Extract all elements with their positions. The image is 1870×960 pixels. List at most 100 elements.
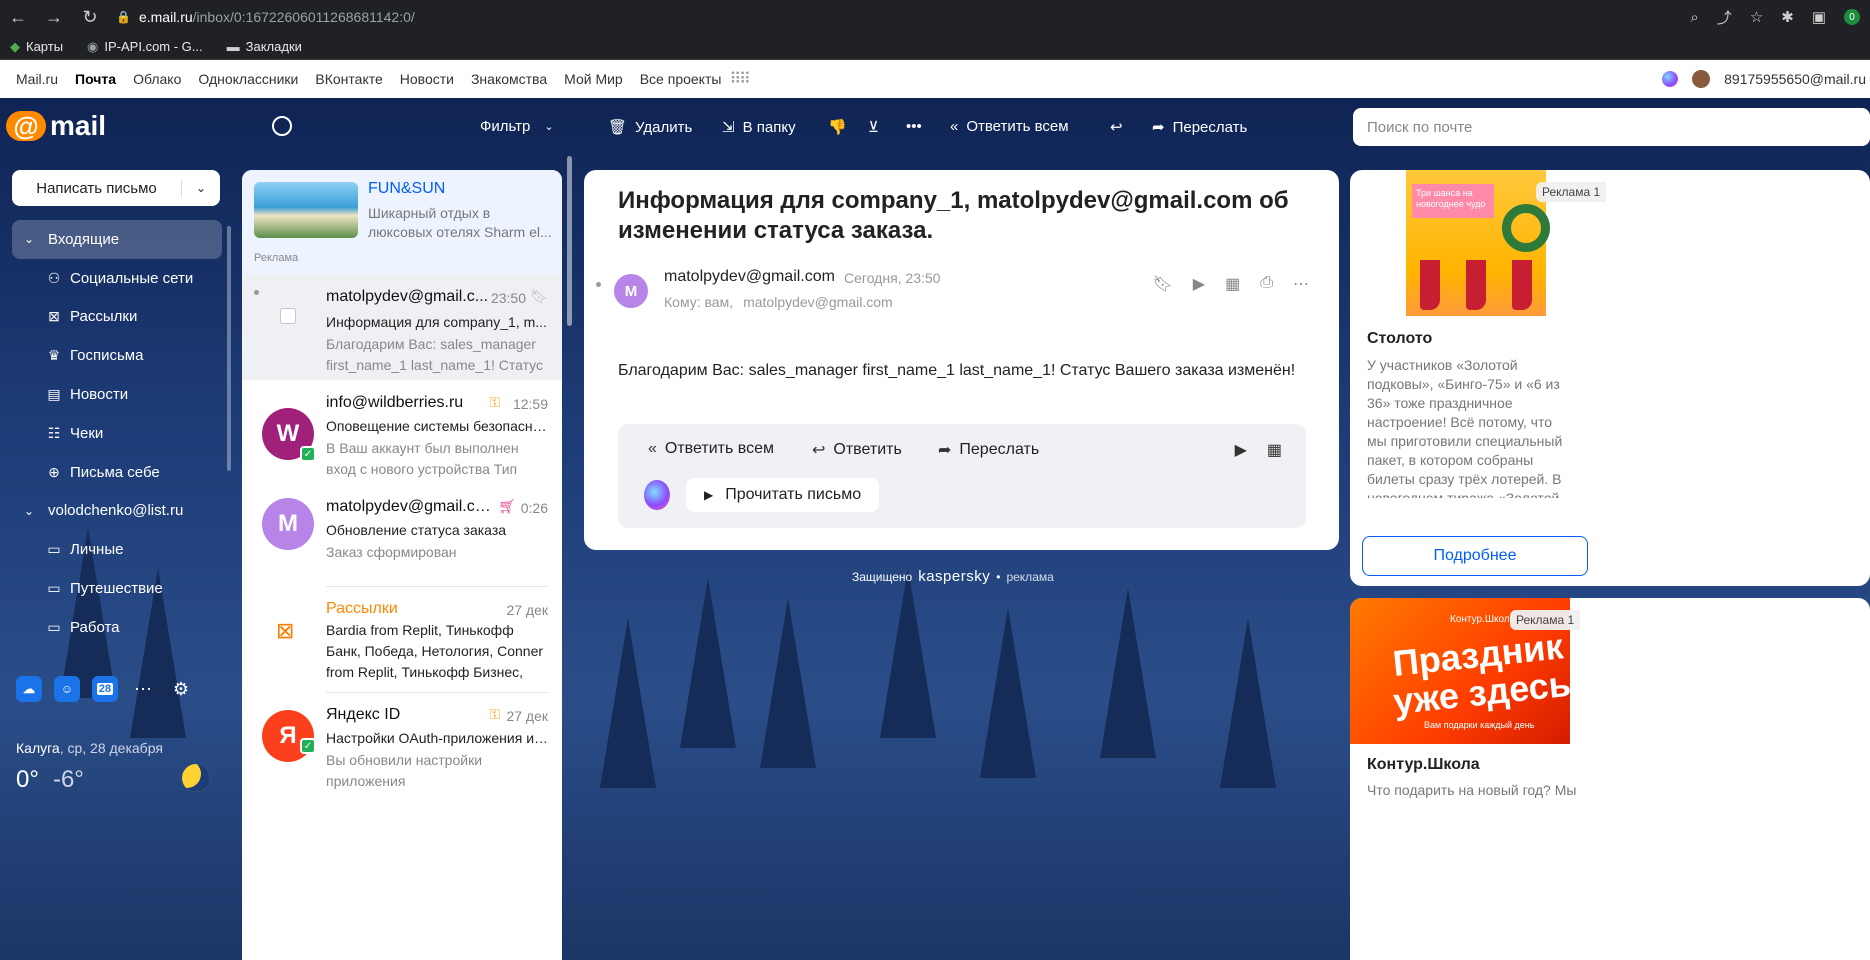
bookmark-icon[interactable]: 🔖︎: [1152, 274, 1172, 294]
folder-gov[interactable]: ♛ Госписьма: [12, 336, 222, 375]
zoom-icon[interactable]: ⌕: [1690, 9, 1698, 26]
back-icon[interactable]: ←: [0, 7, 36, 28]
browser-tools: ⌕ ⤴ ☆ ✱ ▣ 0: [1690, 0, 1860, 34]
user-email[interactable]: 89175955650@mail.ru: [1724, 71, 1866, 87]
portal-link-mail[interactable]: Почта: [75, 71, 116, 87]
cloud-icon[interactable]: ☁: [16, 676, 42, 702]
list-item[interactable]: matolpydev@gmail.c... 23:50 🔖︎ Информаци…: [242, 274, 562, 380]
ad-kontur[interactable]: Контур.Школа Праздник уже здесь Вам пода…: [1350, 598, 1870, 960]
address-bar[interactable]: 🔒 e.mail.ru /inbox/0:1672260601126868114…: [116, 9, 415, 25]
folder-work[interactable]: ▭ Работа: [12, 608, 222, 647]
avatar[interactable]: [1692, 70, 1711, 88]
assistant-orb-icon[interactable]: [1662, 71, 1679, 87]
portal-link-all[interactable]: Все проекты: [640, 71, 722, 87]
portal-link-mailru[interactable]: Mail.ru: [16, 71, 58, 87]
bookmark-ip-api[interactable]: ◉ IP-API.com - G...: [87, 39, 203, 55]
toolbar-reply-all-button[interactable]: « Ответить всем: [950, 118, 1069, 135]
reload-icon[interactable]: ↻: [72, 7, 108, 28]
search-input[interactable]: Поиск по почте: [1353, 108, 1870, 146]
filter-button[interactable]: Фильтр ⌄: [480, 118, 554, 135]
reply-icon: ↩: [1110, 119, 1123, 136]
more-icon[interactable]: ⋯: [1293, 274, 1309, 294]
archive-button[interactable]: ⊻: [868, 118, 879, 136]
ad-more-button[interactable]: Подробнее: [1362, 536, 1588, 576]
folder-travel[interactable]: ▭ Путешествие: [12, 569, 222, 608]
calendar-icon[interactable]: ▦: [1267, 440, 1282, 460]
ad-stoloto[interactable]: Три шанса на новогоднее чудо Реклама 1 С…: [1350, 170, 1870, 586]
folder-receipts[interactable]: ☷ Чеки: [12, 414, 222, 453]
folder-inbox[interactable]: ⌄ Входящие: [12, 220, 222, 259]
portal-link-myworld[interactable]: Мой Мир: [564, 71, 623, 87]
sender-address[interactable]: matolpydev@gmail.com: [664, 268, 835, 286]
people-icon: ⚇: [47, 269, 61, 286]
more-actions-button[interactable]: •••: [906, 118, 922, 135]
video-call-icon[interactable]: ▶: [1193, 274, 1205, 294]
calendar-icon[interactable]: ▦: [1225, 274, 1240, 294]
more-apps-icon[interactable]: ⋯: [130, 679, 156, 700]
list-item[interactable]: W ✓ info@wildberries.ru ⚿ 12:59 Оповещен…: [242, 384, 562, 488]
folder-news[interactable]: ▤ Новости: [12, 375, 222, 414]
ads-link[interactable]: реклама: [1006, 570, 1053, 584]
reply-button[interactable]: ↩ Ответить: [812, 440, 902, 460]
assistant-orb-icon[interactable]: [644, 480, 670, 510]
list-item[interactable]: M matolpydev@gmail.com 🛒︎ 0:26 Обновлени…: [242, 488, 562, 588]
portal-link-cloud[interactable]: Облако: [133, 71, 181, 87]
unread-dot-icon[interactable]: [596, 282, 601, 287]
gear-icon[interactable]: ⚙: [168, 679, 194, 700]
weather-location[interactable]: Калуга, ср, 28 декабря: [16, 740, 163, 756]
folder-account[interactable]: ⌄ volodchenko@list.ru: [12, 492, 222, 531]
folder-icon: ▭: [47, 618, 61, 635]
chevron-down-icon[interactable]: ⌄: [182, 181, 220, 195]
bookmark-folder[interactable]: ▬ Закладки: [227, 39, 302, 54]
spam-button[interactable]: 👎: [828, 118, 847, 136]
ad-message[interactable]: FUN&SUN Шикарный отдых в люксовых отелях…: [242, 170, 562, 274]
list-item[interactable]: ⊠ Рассылки 27 дек Bardia from Replit, Ти…: [242, 590, 562, 694]
kaspersky-logo[interactable]: kaspersky: [918, 568, 990, 585]
sidepanel-icon[interactable]: ▣: [1812, 8, 1826, 26]
stocking-icon: [1466, 260, 1486, 310]
chevron-down-icon[interactable]: ⌄: [24, 504, 44, 518]
weather-temperature[interactable]: 0° -6°: [16, 766, 84, 794]
bookmark-star-icon[interactable]: ☆: [1750, 8, 1763, 26]
toolbar-forward-button[interactable]: ➦ Переслать: [1152, 118, 1247, 137]
calendar-icon[interactable]: 28: [92, 676, 118, 702]
bookmark-maps[interactable]: ◆ Карты: [10, 39, 63, 55]
toolbar-reply-button[interactable]: ↩: [1110, 118, 1123, 136]
sidebar-scrollbar[interactable]: [227, 226, 231, 471]
select-all-icon[interactable]: ✓: [272, 116, 292, 136]
print-icon[interactable]: ⎙: [1260, 274, 1273, 294]
move-to-folder-button[interactable]: ⇲ В папку: [722, 118, 796, 137]
bookmark-icon[interactable]: 🔖︎: [530, 288, 548, 305]
compose-button[interactable]: Написать письмо ⌄: [12, 170, 220, 206]
apps-grid-icon[interactable]: ⠿⠿: [729, 69, 750, 89]
portal-link-ok[interactable]: Одноклассники: [198, 71, 298, 87]
list-scrollbar[interactable]: [567, 156, 572, 326]
select-checkbox[interactable]: [280, 308, 296, 324]
chevron-down-icon[interactable]: ⌄: [24, 232, 44, 246]
folder-self[interactable]: ⊕ Письма себе: [12, 453, 222, 492]
delete-button[interactable]: 🗑 Удалить: [608, 118, 692, 137]
unread-dot-icon[interactable]: [254, 290, 259, 295]
share-icon[interactable]: ⤴: [1717, 7, 1732, 28]
read-aloud-button[interactable]: ▶ Прочитать письмо: [686, 478, 880, 512]
portal-link-dating[interactable]: Знакомства: [471, 71, 547, 87]
extensions-icon[interactable]: ✱: [1781, 8, 1794, 26]
portal-link-vk[interactable]: ВКонтакте: [315, 71, 382, 87]
forward-icon[interactable]: →: [36, 7, 72, 28]
logo-text: mail: [50, 110, 107, 141]
folder-newsletters[interactable]: ⊠ Рассылки: [12, 298, 222, 337]
forward-button[interactable]: ➦ Переслать: [938, 440, 1039, 460]
portal-link-news[interactable]: Новости: [400, 71, 454, 87]
folder-social[interactable]: ⚇ Социальные сети: [12, 259, 222, 298]
video-call-icon[interactable]: ▶: [1235, 440, 1247, 460]
trash-icon: 🗑: [608, 119, 628, 136]
mail-logo[interactable]: @ mail: [6, 110, 106, 142]
browser-toolbar: ← → ↻ 🔒 e.mail.ru /inbox/0:1672260601126…: [0, 0, 1870, 34]
reply-all-button[interactable]: «Ответить всем: [648, 440, 774, 458]
contacts-icon[interactable]: ☺: [54, 676, 80, 702]
profile-icon[interactable]: 0: [1844, 9, 1860, 25]
avatar[interactable]: M: [614, 274, 648, 308]
folder-icon: ▭: [47, 580, 61, 597]
list-item[interactable]: Я ✓ Яндекс ID ⚿ 27 дек Настройки OAuth-п…: [242, 696, 562, 800]
folder-personal[interactable]: ▭ Личные: [12, 530, 222, 569]
